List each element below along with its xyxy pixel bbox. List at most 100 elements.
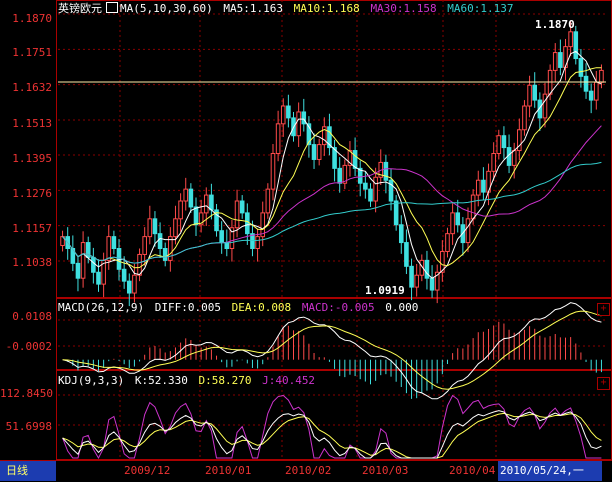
ma60-value: MA60:1.137	[447, 2, 514, 15]
candle-up	[178, 200, 183, 220]
candle-up	[522, 105, 527, 131]
symbol-name: 英镑欧元	[58, 2, 102, 15]
candle-down	[532, 84, 538, 101]
ma-indicator-icon[interactable]	[106, 2, 118, 13]
candle-down	[311, 144, 317, 160]
candle-up	[445, 233, 450, 252]
kdj-j-value: J:40.452	[262, 374, 316, 387]
candle-down	[162, 248, 168, 261]
candle-down	[219, 230, 224, 244]
candle-down	[578, 58, 584, 77]
candle-up	[414, 274, 419, 288]
candle-down	[245, 212, 250, 235]
low-price-label: 1.0919	[365, 284, 405, 297]
candle-down	[383, 161, 389, 181]
candle-down	[404, 242, 409, 267]
macd-macd-value: MACD:-0.005	[301, 301, 375, 314]
candle-up	[450, 212, 455, 235]
candle-down	[96, 271, 101, 285]
candle-down	[111, 236, 117, 250]
candle-up	[527, 84, 532, 107]
macd-extra-value: 0.000	[385, 301, 419, 314]
candle-down	[152, 218, 158, 235]
candle-down	[337, 167, 342, 184]
candle-down	[583, 75, 589, 92]
x-tick: 2010/02	[285, 464, 332, 477]
kdj-legend: KDJ(9,3,3) K:52.330 D:58.270 J:40.452	[58, 374, 319, 388]
candle-up	[137, 253, 142, 276]
candle-up	[475, 179, 481, 196]
chart-canvas	[58, 0, 606, 460]
candle-up	[496, 135, 502, 155]
candle-up	[568, 31, 573, 48]
kdj-expand-button[interactable]: +	[597, 377, 610, 390]
kdj-j-line	[62, 394, 602, 460]
period-tab-daily[interactable]: 日线	[0, 461, 56, 481]
candle-down	[239, 200, 245, 214]
macd-params: MACD(26,12,9)	[58, 301, 145, 314]
candle-down	[429, 277, 435, 291]
candle-up	[594, 81, 599, 101]
candle-down	[393, 200, 399, 226]
candle-up	[552, 52, 558, 71]
x-tick: 2010/01	[205, 464, 252, 477]
candle-up	[599, 69, 604, 83]
candle-up	[373, 176, 378, 202]
candle-down	[157, 233, 163, 250]
candle-down	[573, 31, 579, 60]
macd-expand-button[interactable]: +	[597, 303, 610, 316]
candle-down	[588, 90, 594, 101]
candle-down	[209, 194, 214, 211]
candle-up	[80, 242, 86, 279]
kdj-d-value: D:58.270	[198, 374, 252, 387]
candle-up	[465, 218, 471, 244]
candle-down	[193, 206, 199, 226]
ma-params: MA(5,10,30,60)	[120, 2, 213, 15]
candle-up	[511, 150, 517, 166]
candle-down	[286, 105, 291, 119]
price-legend: 英镑欧元 MA(5,10,30,60) MA5:1.163 MA10:1.168 …	[58, 2, 518, 16]
ma30-value: MA30:1.158	[370, 2, 437, 15]
candle-up	[147, 218, 153, 238]
candle-up	[316, 144, 322, 160]
macd-dea-value: DEA:0.008	[231, 301, 292, 314]
candle-up	[270, 153, 276, 190]
candle-up	[491, 153, 496, 172]
candle-down	[91, 256, 96, 273]
stock-chart-window: 1.1870 1.1751 1.1632 1.1513 1.1395 1.127…	[0, 0, 612, 482]
candle-up	[265, 188, 271, 214]
macd-legend: MACD(26,12,9) DIFF:0.005 DEA:0.008 MACD:…	[58, 301, 422, 315]
ma5-value: MA5:1.163	[223, 2, 283, 15]
candle-down	[188, 188, 194, 208]
x-tick: 2009/12	[124, 464, 171, 477]
candle-up	[275, 123, 281, 155]
candle-down	[424, 259, 430, 279]
candle-up	[183, 188, 189, 202]
x-tick: 2010/03	[362, 464, 409, 477]
candle-up	[234, 200, 240, 229]
candle-up	[296, 111, 301, 137]
candle-down	[121, 268, 127, 282]
candle-up	[173, 218, 178, 238]
kdj-k-line	[62, 410, 602, 459]
ma10-value: MA10:1.168	[293, 2, 360, 15]
candle-up	[106, 236, 112, 261]
candle-up	[280, 105, 286, 125]
candle-down	[398, 224, 404, 244]
candle-down	[481, 179, 486, 193]
candle-up	[142, 236, 147, 255]
candle-down	[224, 242, 230, 250]
candle-down	[363, 182, 368, 190]
candle-down	[409, 265, 414, 288]
macd-diff-value: DIFF:0.005	[154, 301, 221, 314]
candle-up	[203, 194, 209, 214]
candle-up	[255, 236, 260, 250]
candle-down	[501, 135, 507, 149]
candle-up	[470, 194, 476, 220]
candle-down	[368, 188, 373, 202]
candle-up	[542, 93, 548, 119]
time-axis-bar: 日线 2009/12 2010/01 2010/02 2010/03 2010/…	[0, 460, 612, 482]
candle-down	[126, 280, 132, 294]
high-price-label: 1.1870	[535, 18, 575, 31]
kdj-params: KDJ(9,3,3)	[58, 374, 125, 387]
